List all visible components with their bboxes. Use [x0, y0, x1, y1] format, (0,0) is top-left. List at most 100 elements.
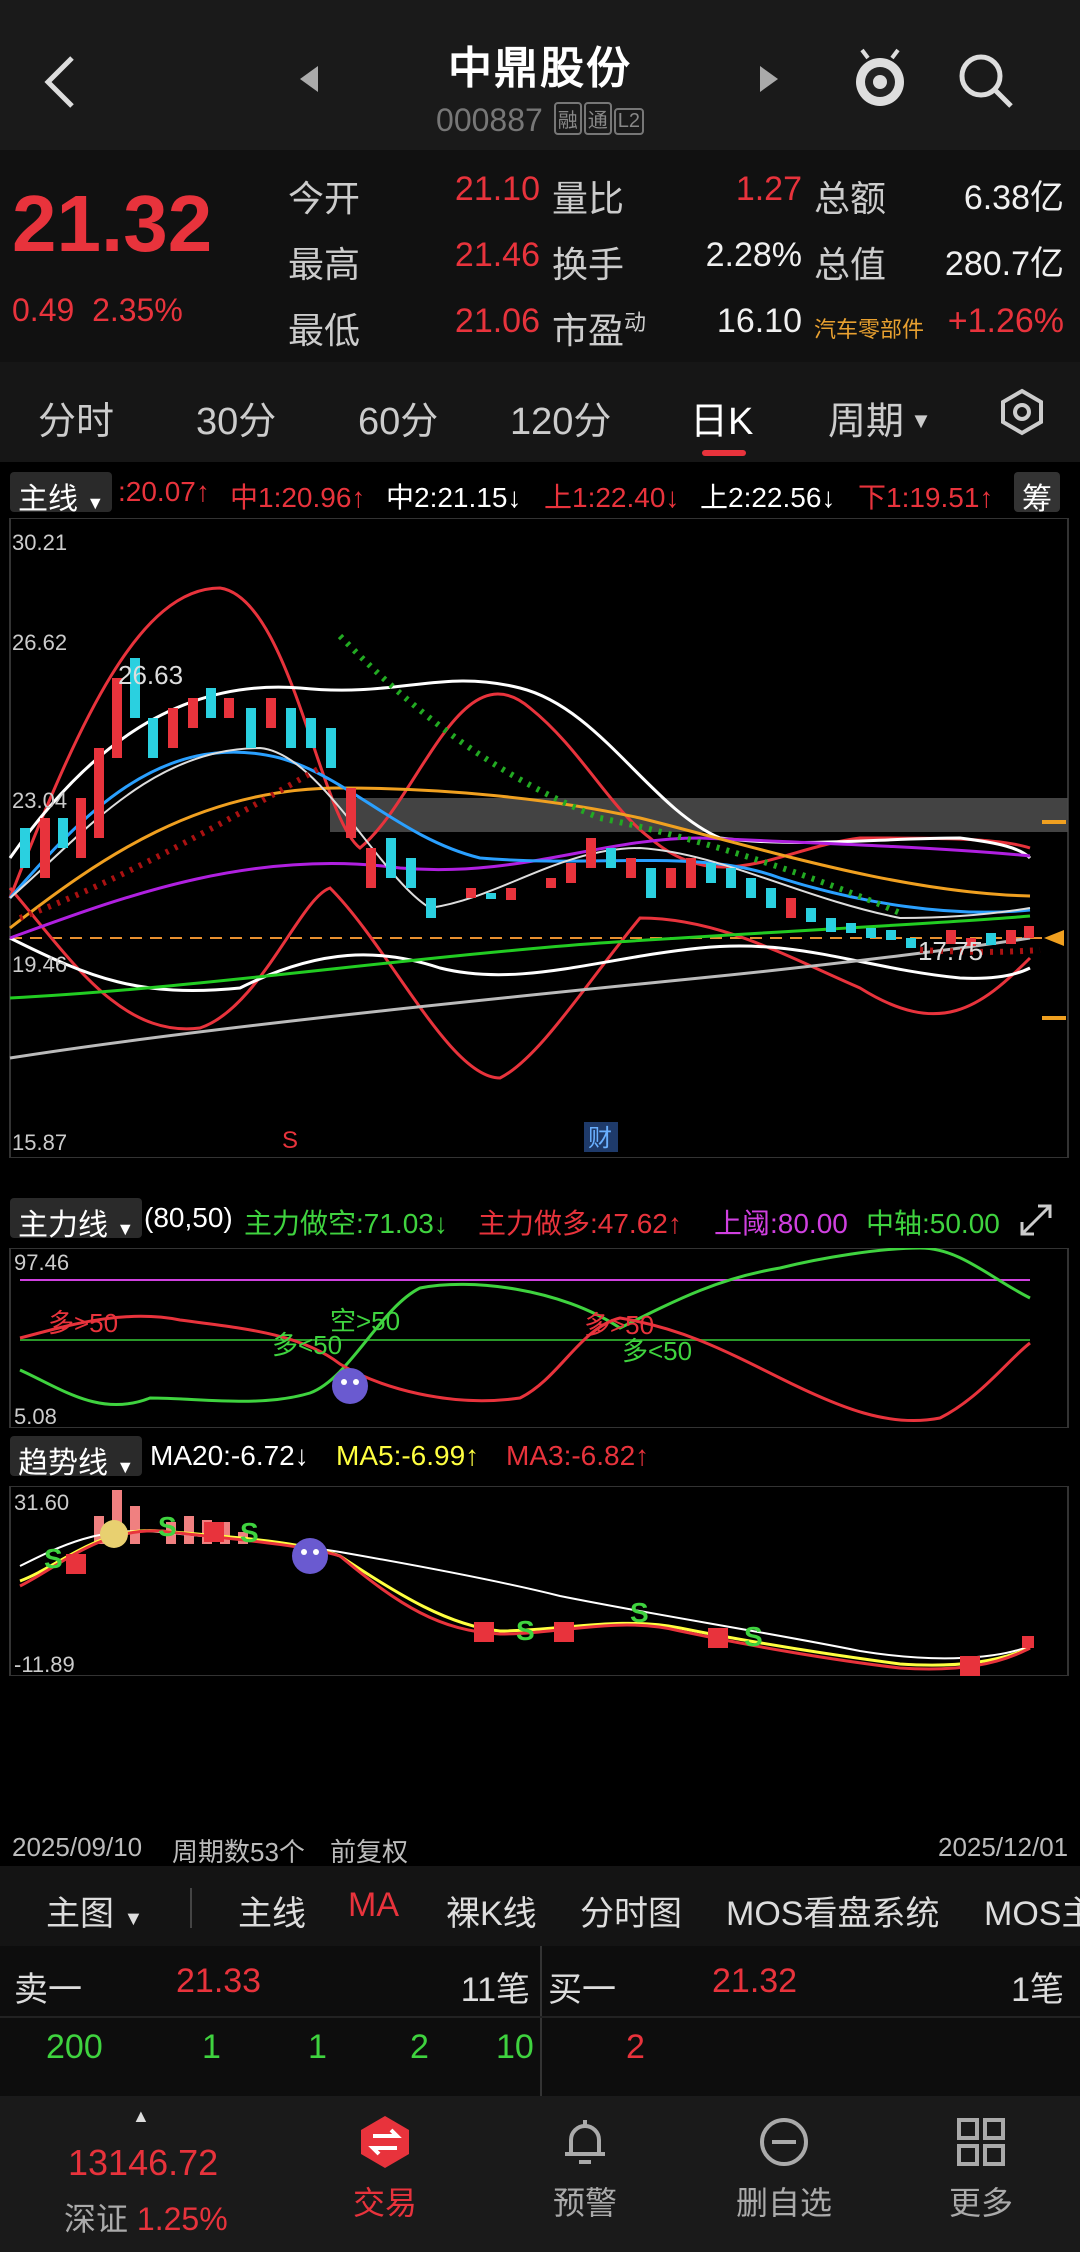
subtab-ma[interactable]: MA — [348, 1886, 399, 1925]
high-label: 最高 — [288, 244, 361, 285]
subtab-main-chart[interactable]: 主图 ▼ — [46, 1886, 143, 1935]
caret-up-icon: ▲ — [132, 2106, 150, 2126]
svg-text:S: S — [44, 1543, 63, 1574]
pe-label: 市盈动 — [552, 302, 646, 354]
caret-down-icon: ▼ — [116, 1457, 135, 1477]
divider — [540, 1946, 542, 2096]
lower1-band-line — [8, 886, 1032, 1080]
main-y-label-4: 15.87 — [12, 1130, 67, 1155]
indicator1-legend-0: 主力做空:71.03↓ — [244, 1208, 448, 1239]
trend-chart[interactable]: S S S S S S 31.60 -11.89 — [0, 1486, 1080, 1676]
settings-hexagon-icon[interactable] — [998, 388, 1046, 436]
index-name: 深证 — [64, 2201, 129, 2237]
finance-report-text: 财 — [588, 1125, 612, 1152]
nav-remove-watchlist-label: 删自选 — [735, 2185, 832, 2221]
next-stock-icon[interactable] — [758, 66, 778, 92]
ind1-y-label-0: 97.46 — [14, 1250, 69, 1275]
main-y-label-2: 23.04 — [12, 788, 67, 813]
sell-vol-4: 10 — [496, 2028, 534, 2066]
nav-trade[interactable]: 交易 — [320, 2096, 450, 2252]
index-line: 深证 1.25% — [64, 2194, 228, 2240]
tab-60min[interactable]: 60分 — [358, 390, 438, 445]
ind1-annot-0: 多>50 — [48, 1308, 118, 1338]
search-icon[interactable] — [955, 50, 1015, 110]
price-marker-current — [1044, 930, 1064, 946]
indicator1-legend-3: 中轴:50.00 — [866, 1208, 1000, 1239]
top-bar: 中鼎股份 000887 融通 L2 — [0, 0, 1080, 150]
indicator1-legend-2: 上阈:80.00 — [714, 1208, 848, 1239]
subtab-mos-main[interactable]: MOS主 — [984, 1886, 1080, 1935]
high-annotation: 26.63 — [118, 660, 183, 690]
stock-title: 中鼎股份 — [448, 44, 632, 93]
main-legend-1: 中1:20.96↑ — [230, 482, 366, 513]
start-date: 2025/09/10 — [12, 1832, 143, 1862]
index-value: 13146.72 — [68, 2142, 219, 2183]
ind2-y-label-0: 31.60 — [14, 1490, 69, 1515]
low-label: 最低 — [288, 310, 361, 351]
industry-label[interactable]: 汽车零部件 — [814, 312, 924, 344]
ma-white-line — [9, 746, 1031, 920]
tab-period-dropdown[interactable]: 周期 ▼ — [828, 390, 932, 445]
chip-distribution-button[interactable]: 筹 — [1014, 472, 1060, 516]
main-legend-3: 上1:22.40↓ — [544, 482, 680, 513]
change-value: 0.49 — [12, 292, 75, 328]
buy1-count: 1笔 — [1011, 1971, 1064, 2009]
subtab-mos-system[interactable]: MOS看盘系统 — [726, 1886, 939, 1935]
price-marker-lower — [1042, 1016, 1066, 1020]
market-cap-label: 总值 — [814, 244, 887, 285]
chart-area: 主线 ▼ :20.07↑ 中1:20.96↑ 中2:21.15↓ 上1:22.4… — [0, 462, 1080, 1869]
main-indicator-label: 主线 — [18, 483, 78, 516]
nav-alert[interactable]: 预警 — [520, 2096, 650, 2252]
high-value: 21.46 — [454, 236, 540, 274]
tab-daily-k[interactable]: 日K — [690, 390, 753, 445]
pe-label-text: 市盈 — [552, 310, 625, 351]
indicator2-select[interactable]: 趋势线 ▼ — [10, 1436, 143, 1480]
indicator-subtabs: 主图 ▼ 主线 MA 裸K线 分时图 MOS看盘系统 MOS主 — [0, 1866, 1080, 1946]
sell-vol-3: 2 — [410, 2028, 429, 2066]
nav-remove-watchlist[interactable]: 删自选 — [714, 2096, 854, 2252]
main-legend-4: 上2:22.56↓ — [700, 482, 836, 513]
tab-30min[interactable]: 30分 — [196, 390, 276, 445]
main-legend-0: :20.07↑ — [118, 476, 210, 507]
indicator1-select[interactable]: 主力线 ▼ — [10, 1198, 143, 1242]
main-indicator-select[interactable]: 主线 ▼ — [10, 472, 113, 516]
tag-rong: 融 — [553, 102, 582, 135]
period-tabs: 分时 30分 60分 120分 日K 周期 ▼ — [0, 362, 1080, 462]
svg-text:S: S — [744, 1621, 763, 1652]
indicator2-legend-0: MA20:-6.72↓ — [150, 1440, 309, 1471]
ma-purple-line — [9, 836, 1031, 940]
subtab-naked-k[interactable]: 裸K线 — [446, 1886, 537, 1935]
main-legend-2: 中2:21.15↓ — [386, 482, 522, 513]
indicator1-label: 主力线 — [18, 1209, 108, 1242]
vol-ratio-value: 1.27 — [735, 170, 802, 208]
price-marker-upper — [1042, 820, 1066, 824]
long-force-line — [19, 1314, 1031, 1423]
green-dotted-channel — [337, 633, 902, 916]
sell-vol-1: 1 — [202, 2028, 221, 2066]
tab-120min[interactable]: 120分 — [510, 390, 611, 445]
lower2-band-line — [9, 936, 1031, 993]
subtab-mainline[interactable]: 主线 — [238, 1886, 306, 1935]
sell-vol-2: 1 — [308, 2028, 327, 2066]
indicator2-label: 趋势线 — [18, 1447, 108, 1480]
tab-timeshare[interactable]: 分时 — [38, 390, 114, 445]
expand-icon[interactable] — [1018, 1202, 1054, 1238]
assistant-robot-icon[interactable] — [848, 48, 912, 112]
adjust-mode[interactable]: 前复权 — [330, 1832, 408, 1869]
short-force-line — [19, 1248, 1031, 1407]
indicator2-legend-2: MA3:-6.82↑ — [506, 1440, 650, 1471]
trade-icon — [361, 2116, 409, 2168]
main-force-chart[interactable]: 97.46 5.08 多>50 多<50 空>50 多>50 多<50 — [0, 1248, 1080, 1428]
price-change: 0.49 2.35% — [12, 292, 183, 329]
nav-more-label: 更多 — [948, 2185, 1013, 2221]
caret-down-icon: ▼ — [904, 408, 932, 433]
subtab-timeshare-chart[interactable]: 分时图 — [580, 1886, 682, 1935]
nav-more[interactable]: 更多 — [916, 2096, 1046, 2252]
kline-main-chart[interactable]: 30.21 26.62 23.04 19.46 15.87 26.63 17.7… — [0, 518, 1080, 1158]
pe-value: 16.10 — [716, 302, 802, 340]
main-y-label-1: 26.62 — [12, 630, 67, 655]
end-date: 2025/12/01 — [938, 1832, 1069, 1862]
nav-alert-label: 预警 — [552, 2185, 617, 2221]
subtab-main-chart-label: 主图 — [46, 1895, 114, 1933]
index-ticker[interactable]: ▲ 13146.72 深证 1.25% — [0, 2096, 290, 2252]
